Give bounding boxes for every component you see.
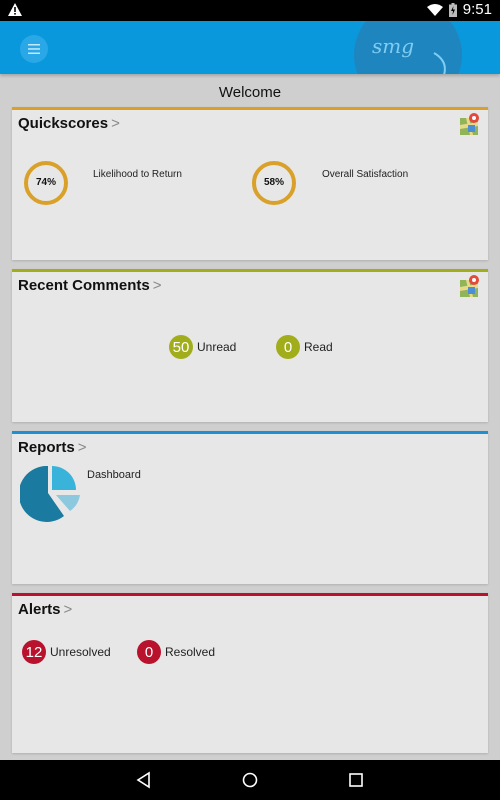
unread-count-badge: 50 — [169, 335, 193, 359]
score-value: 74% — [35, 177, 56, 188]
unread-label: Unread — [197, 340, 237, 354]
chevron-right-icon: > — [111, 115, 120, 132]
quickscores-title-link[interactable]: Quickscores > — [18, 115, 120, 132]
quickscores-card: Quickscores > 74% Likelihood to Return 5… — [12, 107, 488, 260]
wifi-icon — [426, 3, 443, 16]
read-comments-button[interactable]: 0 Read — [276, 335, 333, 359]
recent-comments-card: Recent Comments > 50 Unread 0 Read — [12, 269, 488, 422]
alerts-card: Alerts > 12 Unresolved 0 Resolved — [12, 593, 488, 753]
system-nav-bar — [0, 760, 500, 800]
battery-charging-icon — [448, 2, 457, 17]
reports-card: Reports > Dashboard — [12, 431, 488, 584]
map-pin-icon[interactable] — [460, 275, 480, 297]
menu-button[interactable] — [20, 35, 48, 63]
chevron-right-icon: > — [77, 439, 87, 456]
alerts-title: Alerts — [18, 601, 61, 618]
hamburger-menu-icon — [28, 44, 40, 54]
card-accent-bar — [12, 431, 488, 434]
recents-icon[interactable] — [346, 770, 366, 790]
report-label: Dashboard — [87, 469, 141, 481]
unresolved-label: Unresolved — [50, 645, 111, 659]
resolved-count-badge: 0 — [137, 640, 161, 664]
app-bar: smg — [0, 21, 500, 74]
clock: 9:51 — [462, 1, 492, 18]
score-value: 58% — [263, 177, 284, 188]
pie-chart-icon — [20, 466, 80, 522]
unresolved-count-badge: 12 — [22, 640, 46, 664]
recent-comments-title: Recent Comments — [18, 277, 150, 294]
recent-comments-title-link[interactable]: Recent Comments > — [18, 277, 161, 294]
score-label: Overall Satisfaction — [322, 169, 409, 180]
home-icon[interactable] — [240, 770, 260, 790]
smg-logo: smg — [354, 21, 462, 74]
chevron-right-icon: > — [152, 277, 162, 294]
unread-comments-button[interactable]: 50 Unread — [169, 335, 236, 359]
quickscores-title: Quickscores — [18, 115, 109, 132]
alerts-title-link[interactable]: Alerts > — [18, 601, 72, 618]
logo-text: smg — [372, 34, 414, 58]
card-accent-bar — [12, 593, 488, 596]
reports-title-link[interactable]: Reports > — [18, 439, 86, 456]
chevron-right-icon: > — [63, 601, 73, 618]
reports-title: Reports — [18, 439, 75, 456]
warning-icon — [8, 3, 22, 16]
score-label: Likelihood to Return — [93, 169, 182, 180]
resolved-alerts-button[interactable]: 0 Resolved — [137, 640, 215, 664]
back-icon[interactable] — [134, 770, 154, 790]
page-title: Welcome — [218, 84, 282, 101]
read-count-badge: 0 — [276, 335, 300, 359]
status-bar: 9:51 — [0, 0, 500, 21]
card-accent-bar — [12, 269, 488, 272]
resolved-label: Resolved — [165, 645, 216, 659]
unresolved-alerts-button[interactable]: 12 Unresolved — [22, 640, 111, 664]
map-pin-icon[interactable] — [460, 113, 480, 135]
read-label: Read — [304, 340, 333, 354]
card-accent-bar — [12, 107, 488, 110]
